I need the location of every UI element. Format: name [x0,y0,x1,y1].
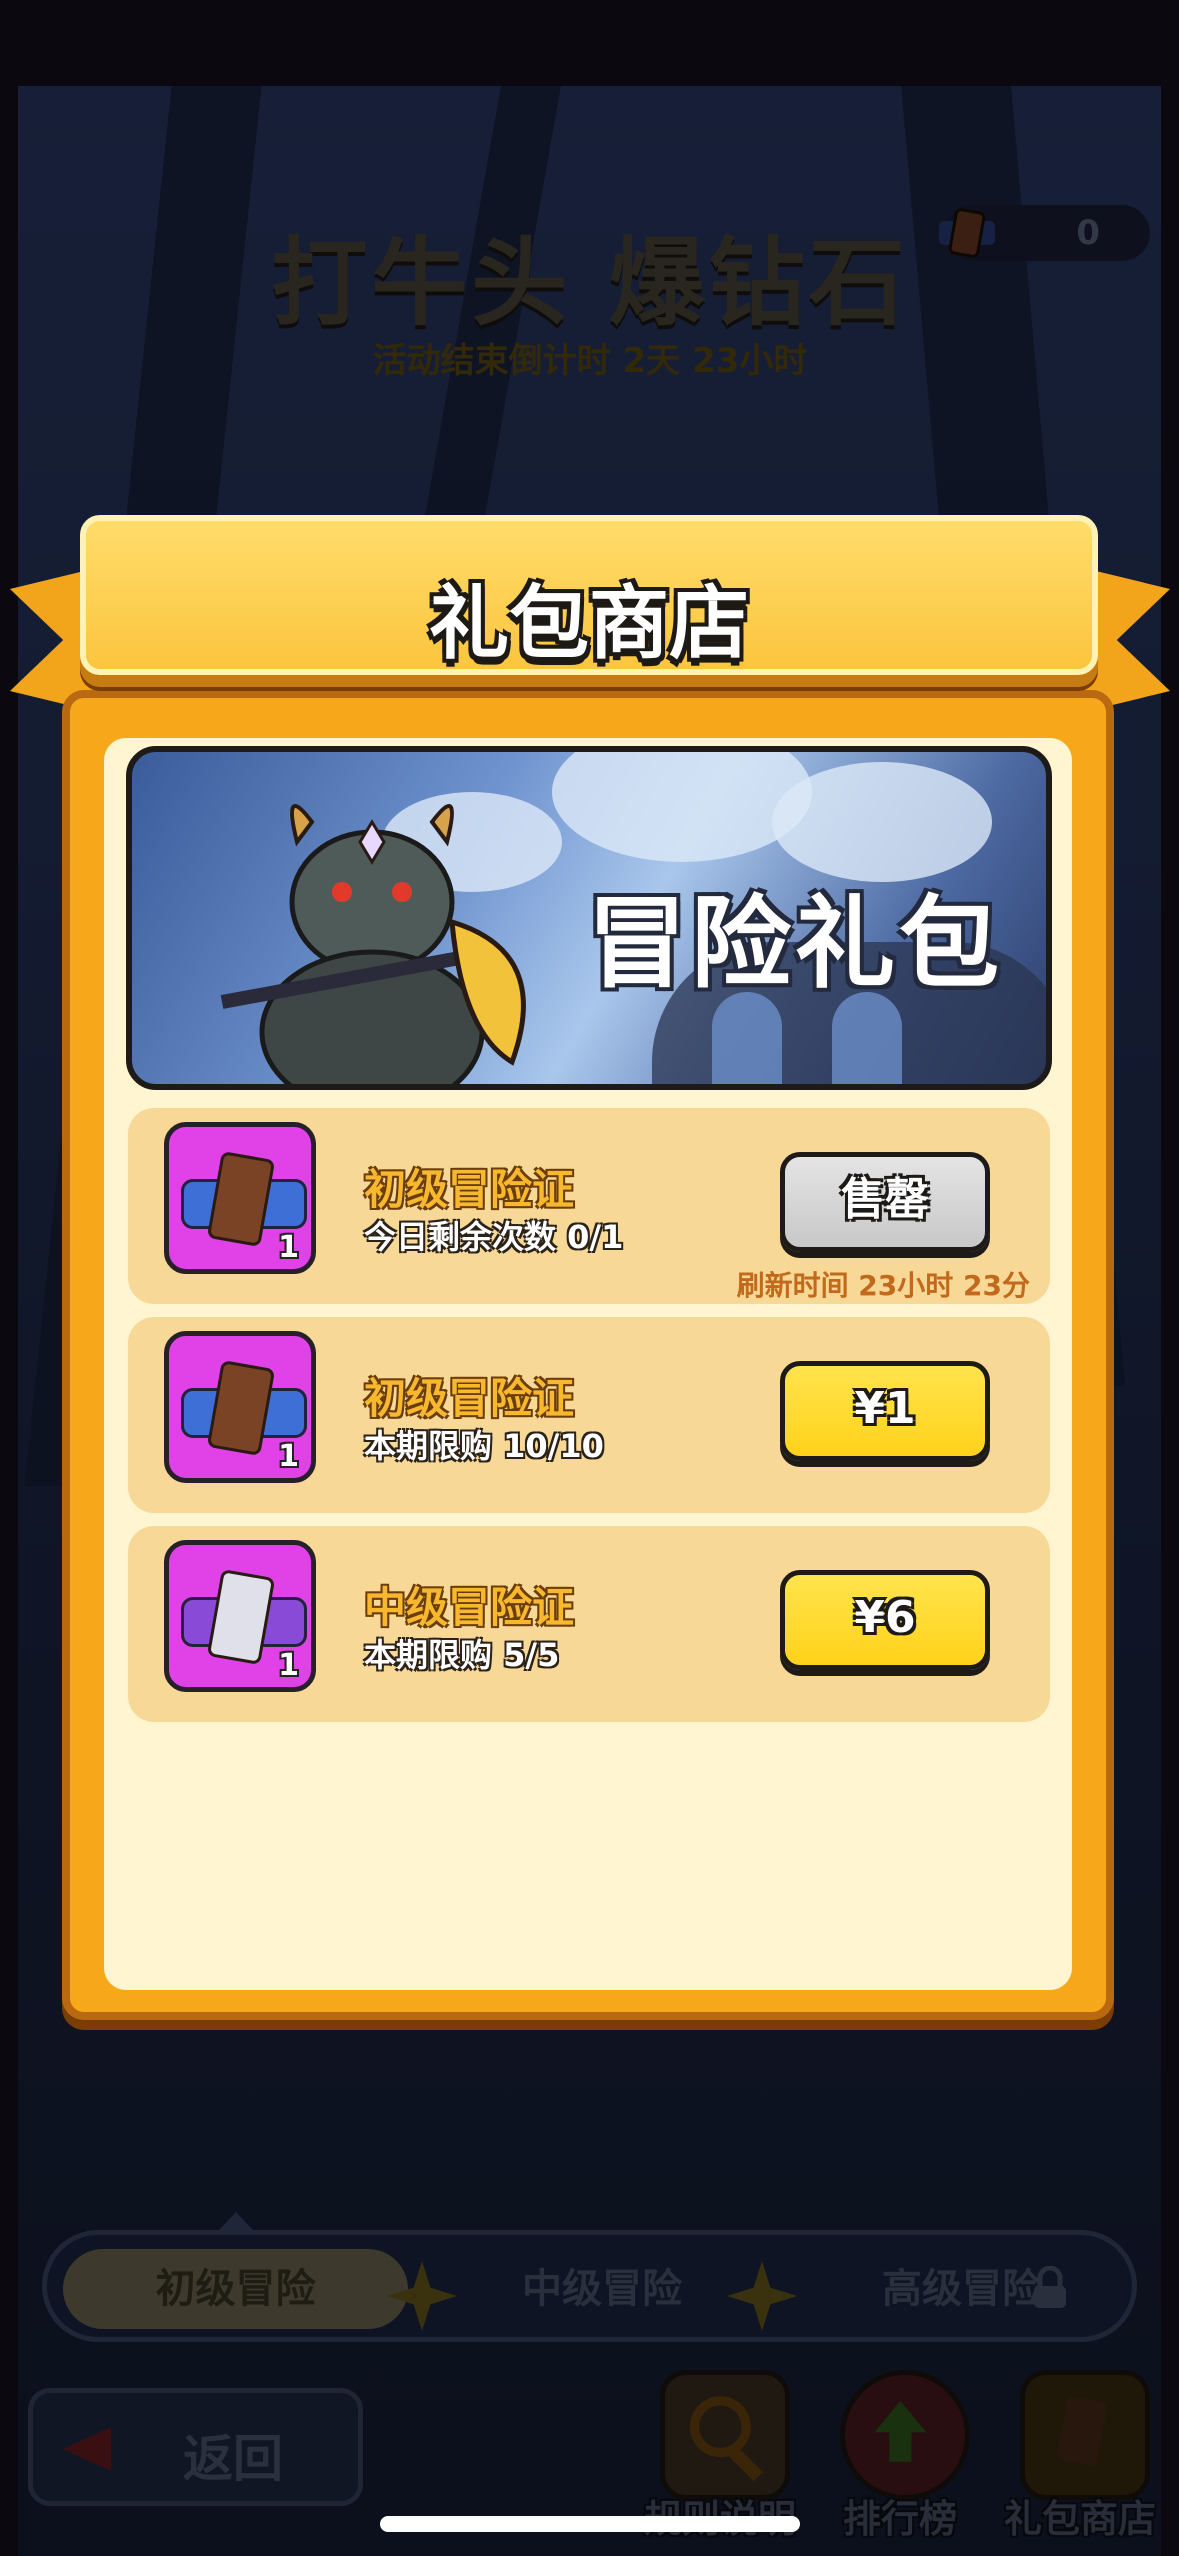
buy-button[interactable]: ¥1 [780,1361,990,1461]
item-limit: 本期限购 5/5 [364,1636,560,1674]
buy-button[interactable]: ¥6 [780,1570,990,1670]
home-indicator[interactable] [380,2516,800,2532]
item-name: 初级冒险证 [364,1165,575,1214]
beginner-pass-icon: 1 [164,1331,316,1483]
modal-header: 礼包商店 [80,515,1098,675]
item-quantity: 1 [278,1439,299,1474]
minotaur-icon [220,804,526,1084]
game-screen: 打牛头 爆钻石 活动结束倒计时 2天 23小时 0 初级冒险 中级冒险 高级冒险… [0,0,1179,2556]
banner-title: 冒险礼包 [587,885,1003,1002]
item-name: 初级冒险证 [364,1374,575,1423]
shop-item-row: 1 初级冒险证 今日剩余次数 0/1 售罄 刷新时间 23小时 23分 [128,1108,1050,1304]
adventure-pack-banner: 冒险礼包 [126,746,1052,1090]
sold-out-button[interactable]: 售罄 [780,1152,990,1252]
item-quantity: 1 [278,1648,299,1683]
shop-item-row: 1 中级冒险证 本期限购 5/5 ¥6 [128,1526,1050,1722]
shop-item-row: 1 初级冒险证 本期限购 10/10 ¥1 [128,1317,1050,1513]
item-quantity: 1 [278,1230,299,1265]
modal-title: 礼包商店 [429,577,749,670]
intermediate-pass-icon: 1 [164,1540,316,1692]
beginner-pass-icon: 1 [164,1122,316,1274]
refresh-timer: 刷新时间 23小时 23分 [736,1269,1030,1302]
item-limit: 本期限购 10/10 [364,1427,604,1465]
item-limit: 今日剩余次数 0/1 [364,1218,624,1256]
item-name: 中级冒险证 [364,1583,575,1632]
